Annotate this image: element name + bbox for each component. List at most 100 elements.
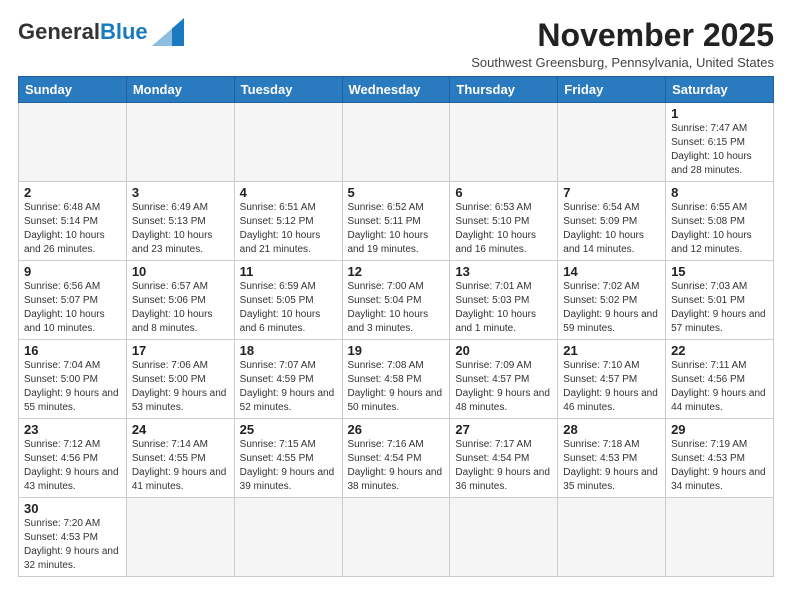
day-info: Sunrise: 7:20 AM Sunset: 4:53 PM Dayligh…	[24, 517, 121, 573]
title-block: November 2025 Southwest Greensburg, Penn…	[471, 18, 774, 70]
calendar-page: GeneralBlue November 2025 Southwest Gree…	[0, 0, 792, 587]
day-number: 22	[671, 343, 768, 358]
calendar-cell: 16Sunrise: 7:04 AM Sunset: 5:00 PM Dayli…	[19, 340, 127, 419]
calendar-cell	[234, 498, 342, 577]
calendar-cell	[19, 103, 127, 182]
calendar-cell: 27Sunrise: 7:17 AM Sunset: 4:54 PM Dayli…	[450, 419, 558, 498]
day-info: Sunrise: 7:06 AM Sunset: 5:00 PM Dayligh…	[132, 359, 229, 415]
day-info: Sunrise: 6:55 AM Sunset: 5:08 PM Dayligh…	[671, 201, 768, 257]
calendar-cell: 14Sunrise: 7:02 AM Sunset: 5:02 PM Dayli…	[558, 261, 666, 340]
day-info: Sunrise: 7:14 AM Sunset: 4:55 PM Dayligh…	[132, 438, 229, 494]
day-number: 19	[348, 343, 445, 358]
calendar-cell	[450, 103, 558, 182]
day-info: Sunrise: 7:10 AM Sunset: 4:57 PM Dayligh…	[563, 359, 660, 415]
calendar-cell: 24Sunrise: 7:14 AM Sunset: 4:55 PM Dayli…	[126, 419, 234, 498]
calendar-cell	[342, 498, 450, 577]
col-monday: Monday	[126, 77, 234, 103]
calendar-cell: 1Sunrise: 7:47 AM Sunset: 6:15 PM Daylig…	[666, 103, 774, 182]
day-info: Sunrise: 6:48 AM Sunset: 5:14 PM Dayligh…	[24, 201, 121, 257]
day-info: Sunrise: 6:57 AM Sunset: 5:06 PM Dayligh…	[132, 280, 229, 336]
calendar-cell: 10Sunrise: 6:57 AM Sunset: 5:06 PM Dayli…	[126, 261, 234, 340]
calendar-cell: 8Sunrise: 6:55 AM Sunset: 5:08 PM Daylig…	[666, 182, 774, 261]
day-number: 11	[240, 264, 337, 279]
day-info: Sunrise: 6:53 AM Sunset: 5:10 PM Dayligh…	[455, 201, 552, 257]
calendar-cell: 4Sunrise: 6:51 AM Sunset: 5:12 PM Daylig…	[234, 182, 342, 261]
day-info: Sunrise: 7:04 AM Sunset: 5:00 PM Dayligh…	[24, 359, 121, 415]
header: GeneralBlue November 2025 Southwest Gree…	[18, 18, 774, 70]
day-number: 24	[132, 422, 229, 437]
calendar-cell: 17Sunrise: 7:06 AM Sunset: 5:00 PM Dayli…	[126, 340, 234, 419]
day-number: 28	[563, 422, 660, 437]
calendar-cell: 20Sunrise: 7:09 AM Sunset: 4:57 PM Dayli…	[450, 340, 558, 419]
day-info: Sunrise: 7:12 AM Sunset: 4:56 PM Dayligh…	[24, 438, 121, 494]
day-info: Sunrise: 7:08 AM Sunset: 4:58 PM Dayligh…	[348, 359, 445, 415]
calendar-cell: 22Sunrise: 7:11 AM Sunset: 4:56 PM Dayli…	[666, 340, 774, 419]
day-number: 20	[455, 343, 552, 358]
calendar-cell: 13Sunrise: 7:01 AM Sunset: 5:03 PM Dayli…	[450, 261, 558, 340]
day-number: 12	[348, 264, 445, 279]
day-info: Sunrise: 7:09 AM Sunset: 4:57 PM Dayligh…	[455, 359, 552, 415]
day-info: Sunrise: 7:11 AM Sunset: 4:56 PM Dayligh…	[671, 359, 768, 415]
day-info: Sunrise: 6:49 AM Sunset: 5:13 PM Dayligh…	[132, 201, 229, 257]
calendar-cell	[558, 498, 666, 577]
day-info: Sunrise: 7:03 AM Sunset: 5:01 PM Dayligh…	[671, 280, 768, 336]
day-info: Sunrise: 7:15 AM Sunset: 4:55 PM Dayligh…	[240, 438, 337, 494]
day-info: Sunrise: 7:19 AM Sunset: 4:53 PM Dayligh…	[671, 438, 768, 494]
day-info: Sunrise: 7:07 AM Sunset: 4:59 PM Dayligh…	[240, 359, 337, 415]
calendar-cell: 29Sunrise: 7:19 AM Sunset: 4:53 PM Dayli…	[666, 419, 774, 498]
day-number: 13	[455, 264, 552, 279]
calendar-cell: 12Sunrise: 7:00 AM Sunset: 5:04 PM Dayli…	[342, 261, 450, 340]
calendar-cell	[342, 103, 450, 182]
day-number: 9	[24, 264, 121, 279]
calendar-cell: 30Sunrise: 7:20 AM Sunset: 4:53 PM Dayli…	[19, 498, 127, 577]
day-info: Sunrise: 6:51 AM Sunset: 5:12 PM Dayligh…	[240, 201, 337, 257]
calendar-cell: 18Sunrise: 7:07 AM Sunset: 4:59 PM Dayli…	[234, 340, 342, 419]
day-number: 15	[671, 264, 768, 279]
calendar-cell: 3Sunrise: 6:49 AM Sunset: 5:13 PM Daylig…	[126, 182, 234, 261]
calendar-cell: 23Sunrise: 7:12 AM Sunset: 4:56 PM Dayli…	[19, 419, 127, 498]
calendar-cell	[126, 498, 234, 577]
day-number: 23	[24, 422, 121, 437]
day-number: 4	[240, 185, 337, 200]
day-number: 25	[240, 422, 337, 437]
logo-icon	[152, 18, 184, 46]
calendar-cell: 11Sunrise: 6:59 AM Sunset: 5:05 PM Dayli…	[234, 261, 342, 340]
day-info: Sunrise: 6:56 AM Sunset: 5:07 PM Dayligh…	[24, 280, 121, 336]
day-number: 29	[671, 422, 768, 437]
day-info: Sunrise: 7:00 AM Sunset: 5:04 PM Dayligh…	[348, 280, 445, 336]
calendar-cell	[126, 103, 234, 182]
day-number: 21	[563, 343, 660, 358]
day-info: Sunrise: 7:18 AM Sunset: 4:53 PM Dayligh…	[563, 438, 660, 494]
day-info: Sunrise: 7:01 AM Sunset: 5:03 PM Dayligh…	[455, 280, 552, 336]
month-title: November 2025	[471, 18, 774, 53]
calendar-header-row: Sunday Monday Tuesday Wednesday Thursday…	[19, 77, 774, 103]
subtitle: Southwest Greensburg, Pennsylvania, Unit…	[471, 55, 774, 70]
calendar-cell: 19Sunrise: 7:08 AM Sunset: 4:58 PM Dayli…	[342, 340, 450, 419]
calendar-cell: 7Sunrise: 6:54 AM Sunset: 5:09 PM Daylig…	[558, 182, 666, 261]
calendar-cell	[558, 103, 666, 182]
day-info: Sunrise: 7:16 AM Sunset: 4:54 PM Dayligh…	[348, 438, 445, 494]
calendar-cell	[666, 498, 774, 577]
day-number: 5	[348, 185, 445, 200]
day-number: 6	[455, 185, 552, 200]
col-wednesday: Wednesday	[342, 77, 450, 103]
calendar-cell: 15Sunrise: 7:03 AM Sunset: 5:01 PM Dayli…	[666, 261, 774, 340]
day-number: 7	[563, 185, 660, 200]
calendar-cell: 5Sunrise: 6:52 AM Sunset: 5:11 PM Daylig…	[342, 182, 450, 261]
day-number: 14	[563, 264, 660, 279]
calendar-cell: 9Sunrise: 6:56 AM Sunset: 5:07 PM Daylig…	[19, 261, 127, 340]
col-friday: Friday	[558, 77, 666, 103]
day-number: 1	[671, 106, 768, 121]
logo: GeneralBlue	[18, 18, 184, 46]
day-info: Sunrise: 7:47 AM Sunset: 6:15 PM Dayligh…	[671, 122, 768, 178]
day-number: 26	[348, 422, 445, 437]
calendar-cell: 6Sunrise: 6:53 AM Sunset: 5:10 PM Daylig…	[450, 182, 558, 261]
day-number: 18	[240, 343, 337, 358]
calendar-cell: 28Sunrise: 7:18 AM Sunset: 4:53 PM Dayli…	[558, 419, 666, 498]
calendar-cell: 21Sunrise: 7:10 AM Sunset: 4:57 PM Dayli…	[558, 340, 666, 419]
day-number: 30	[24, 501, 121, 516]
day-number: 27	[455, 422, 552, 437]
col-tuesday: Tuesday	[234, 77, 342, 103]
col-saturday: Saturday	[666, 77, 774, 103]
col-sunday: Sunday	[19, 77, 127, 103]
